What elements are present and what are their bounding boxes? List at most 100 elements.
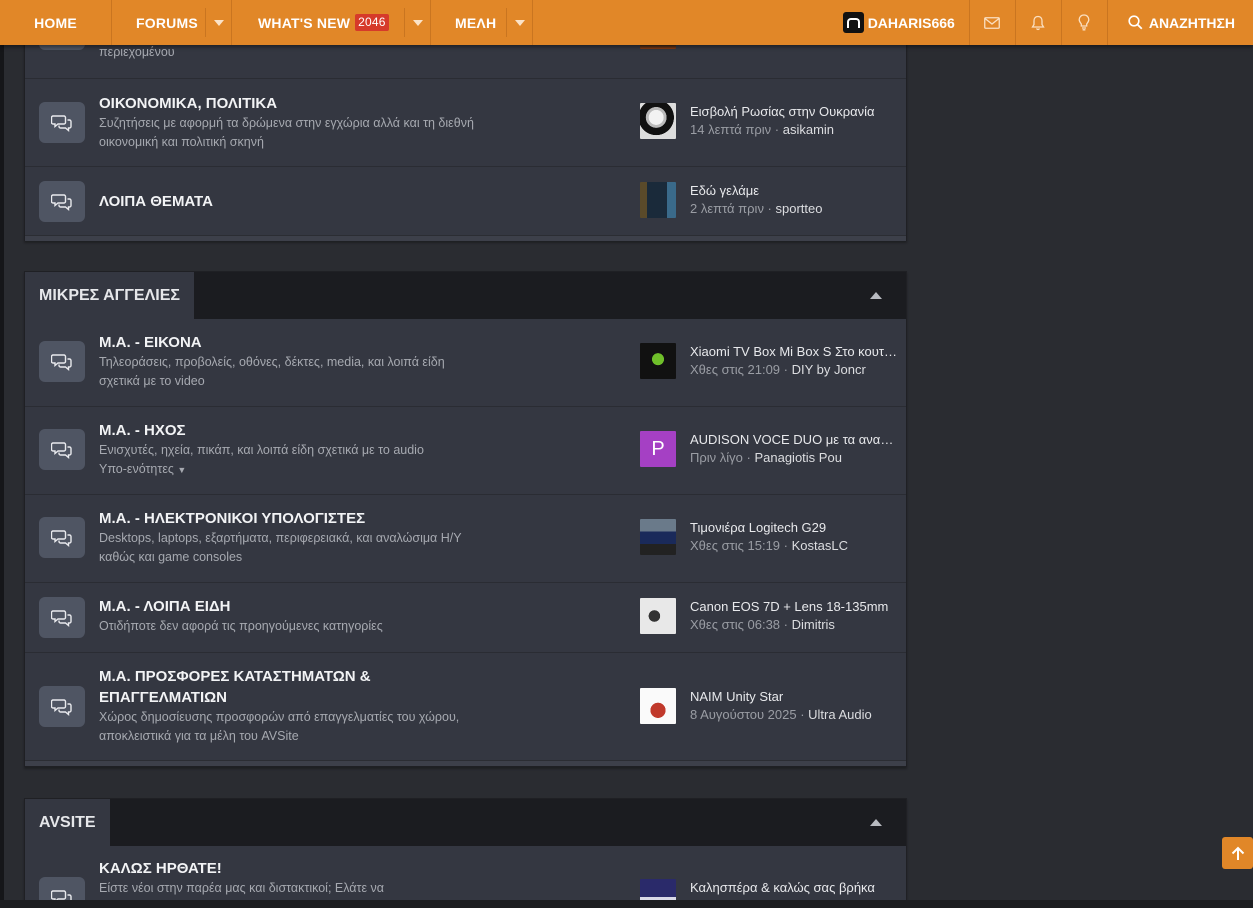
latest-post-user[interactable]: Panagiotis Pou [754, 450, 841, 465]
forum-node-title[interactable]: Μ.Α. ΠΡΟΣΦΟΡΕΣ ΚΑΤΑΣΤΗΜΑΤΩΝ & ΕΠΑΓΓΕΛΜΑΤ… [99, 666, 479, 708]
forum-node-title[interactable]: Μ.Α. - ΛΟΙΠΑ ΕΙΔΗ [99, 596, 479, 617]
forum-node-title[interactable]: Μ.Α. - ΕΙΚΟΝΑ [99, 332, 479, 353]
nav-members-label: ΜΕΛΗ [455, 14, 497, 31]
forum-node-icon [39, 429, 85, 470]
nav-whats-new-label: WHAT'S NEW [258, 14, 351, 31]
collapse-toggle-icon[interactable] [870, 819, 882, 826]
latest-post-user[interactable]: Dimitris [792, 617, 835, 632]
username-label: DAHARIS666 [867, 14, 955, 31]
latest-post-user[interactable]: DIY by Joncr [792, 362, 866, 377]
forum-node-main: Μ.Α. - ΗΧΟΣ Ενισχυτές, ηχεία, πικάπ, και… [99, 420, 479, 479]
chat-bubbles-icon [51, 609, 72, 627]
latest-post-meta: 8 Αυγούστου 2025 · Ultra Audio [690, 707, 872, 722]
latest-post: Xiaomi TV Box Mi Box S Στο κουτί του Χθε… [640, 343, 898, 379]
latest-post-title[interactable]: Καλησπέρα & καλώς σας βρήκα [690, 879, 898, 897]
latest-post-time: 2 λεπτά πριν [690, 201, 764, 216]
latest-post: NAIM Unity Star 8 Αυγούστου 2025 · Ultra… [640, 688, 898, 724]
forum-node-icon [39, 686, 85, 727]
nav-whats-new[interactable]: WHAT'S NEW 2046 [232, 0, 431, 45]
forum-node-main: περιεχομένου [99, 43, 479, 62]
forum-node-title[interactable]: ΛΟΙΠΑ ΘΕΜΑΤΑ [99, 191, 479, 212]
latest-post-user[interactable]: sportteo [776, 201, 823, 216]
latest-post-time: 8 Αυγούστου 2025 [690, 707, 797, 722]
search-icon [1128, 15, 1143, 30]
latest-post-avatar[interactable] [640, 343, 676, 379]
forum-node-description: Χώρος δημοσίευσης προσφορών από επαγγελμ… [99, 710, 460, 743]
latest-post: P AUDISON VOCE DUO με τα αναλογικά Πριν … [640, 431, 898, 467]
latest-post-avatar[interactable]: P [640, 431, 676, 467]
subforums-label: Υπο-ενότητες [99, 462, 174, 476]
forum-node-title[interactable]: ΟΙΚΟΝΟΜΙΚΑ, ΠΟΛΙΤΙΚΑ [99, 93, 479, 114]
forum-node-main: Μ.Α. ΠΡΟΣΦΟΡΕΣ ΚΑΤΑΣΤΗΜΑΤΩΝ & ΕΠΑΓΓΕΛΜΑΤ… [99, 666, 479, 746]
category-title[interactable]: AVSITE [25, 799, 110, 846]
chevron-down-icon [514, 19, 525, 26]
account-menu[interactable]: DAHARIS666 [842, 0, 970, 45]
category-title[interactable]: ΜΙΚΡΕΣ ΑΓΓΕΛΙΕΣ [25, 272, 194, 319]
inbox-button[interactable] [970, 0, 1016, 45]
nav-home-label: HOME [34, 14, 77, 31]
latest-post-meta: 14 λεπτά πριν · asikamin [690, 122, 835, 137]
subforums-toggle[interactable]: Υπο-ενότητες ▼ [99, 460, 479, 479]
forum-node-title[interactable]: ΚΑΛΩΣ ΗΡΘΑΤΕ! [99, 858, 479, 879]
forum-node-title[interactable]: Μ.Α. - ΗΧΟΣ [99, 420, 479, 441]
latest-post-title[interactable]: Τιμονιέρα Logitech G29 [690, 519, 898, 537]
block-footer [25, 760, 906, 766]
latest-post-time: Χθες στις 15:19 [690, 538, 781, 553]
latest-post-avatar[interactable] [640, 519, 676, 555]
latest-post-meta: Χθες στις 21:09 · DIY by Joncr [690, 362, 866, 377]
caret-down-icon: ▼ [177, 465, 187, 475]
forum-node: ΚΑΛΩΣ ΗΡΘΑΤΕ! Είστε νέοι στην παρέα μας … [25, 846, 906, 908]
forum-node-main: ΛΟΙΠΑ ΘΕΜΑΤΑ [99, 191, 479, 212]
latest-post-avatar[interactable] [640, 598, 676, 634]
forum-node-description: Συζητήσεις με αφορμή τα δρώμενα στην εγχ… [99, 116, 474, 149]
forum-node-description: περιεχομένου [99, 45, 175, 59]
chat-bubbles-icon [51, 529, 72, 547]
style-toggle-button[interactable] [1062, 0, 1108, 45]
collapse-toggle-icon[interactable] [870, 292, 882, 299]
latest-post-title[interactable]: Xiaomi TV Box Mi Box S Στο κουτί του [690, 343, 898, 361]
user-avatar-icon [842, 12, 864, 33]
forum-node-title[interactable]: Μ.Α. - ΗΛΕΚΤΡΟΝΙΚΟΙ ΥΠΟΛΟΓΙΣΤΕΣ [99, 508, 479, 529]
latest-post-avatar[interactable] [640, 103, 676, 139]
forum-node-icon [39, 181, 85, 222]
latest-post-time: 14 λεπτά πριν [690, 122, 772, 137]
scroll-to-top-button[interactable] [1222, 837, 1253, 869]
members-dropdown-toggle[interactable] [506, 8, 532, 37]
latest-post-meta: Χθες στις 06:38 · Dimitris [690, 617, 835, 632]
latest-post-title[interactable]: Canon EOS 7D + Lens 18-135mm [690, 598, 898, 616]
latest-post-user[interactable]: Ultra Audio [808, 707, 872, 722]
latest-post-title[interactable]: Εδώ γελάμε [690, 182, 898, 200]
latest-post-title[interactable]: NAIM Unity Star [690, 688, 898, 706]
search-button[interactable]: ΑΝΑΖΗΤΗΣΗ [1108, 0, 1253, 45]
nav-members[interactable]: ΜΕΛΗ [431, 0, 533, 45]
forum-category-block: ΜΙΚΡΕΣ ΑΓΓΕΛΙΕΣ Μ.Α. - ΕΙΚΟΝΑ Τηλεοράσει… [24, 271, 907, 767]
forum-node-description: Οτιδήποτε δεν αφορά τις προηγούμενες κατ… [99, 619, 383, 633]
latest-post-meta: 2 λεπτά πριν · sportteo [690, 201, 823, 216]
latest-post-avatar[interactable] [640, 182, 676, 218]
latest-post: Canon EOS 7D + Lens 18-135mm Χθες στις 0… [640, 598, 898, 634]
forums-dropdown-toggle[interactable] [205, 8, 231, 37]
chat-bubbles-icon [51, 698, 72, 716]
latest-post-text: Εισβολή Ρωσίας στην Ουκρανία 14 λεπτά πρ… [690, 103, 898, 139]
latest-post-text: Canon EOS 7D + Lens 18-135mm Χθες στις 0… [690, 598, 898, 634]
forum-node-icon [39, 597, 85, 638]
latest-post-user[interactable]: KostasLC [792, 538, 848, 553]
forum-node-description: Τηλεοράσεις, προβολείς, οθόνες, δέκτες, … [99, 355, 445, 388]
latest-post-title[interactable]: Εισβολή Ρωσίας στην Ουκρανία [690, 103, 898, 121]
forum-node-icon [39, 102, 85, 143]
nav-home[interactable]: HOME [0, 0, 112, 45]
latest-post-text: Εδώ γελάμε 2 λεπτά πριν · sportteo [690, 182, 898, 218]
category-header: AVSITE [25, 799, 906, 846]
latest-post-title[interactable]: AUDISON VOCE DUO με τα αναλογικά [690, 431, 898, 449]
nav-forums[interactable]: FORUMS [112, 0, 232, 45]
alerts-button[interactable] [1016, 0, 1062, 45]
latest-post-user[interactable]: asikamin [783, 122, 834, 137]
chat-bubbles-icon [51, 193, 72, 211]
top-navbar: HOME FORUMS WHAT'S NEW 2046 ΜΕΛΗ DAHARIS… [0, 0, 1253, 45]
forum-node-icon [39, 517, 85, 558]
envelope-icon [984, 16, 1001, 29]
arrow-up-icon [1231, 846, 1244, 860]
latest-post-time: Χθες στις 21:09 [690, 362, 781, 377]
latest-post-avatar[interactable] [640, 688, 676, 724]
whats-new-dropdown-toggle[interactable] [404, 8, 430, 37]
